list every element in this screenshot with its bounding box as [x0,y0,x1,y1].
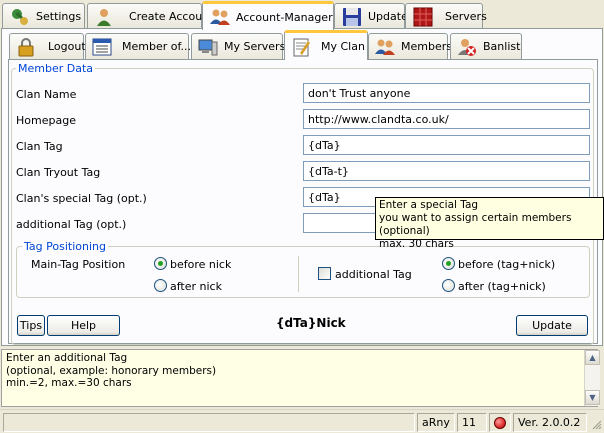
status-light-cell [489,413,511,432]
resize-grip-icon[interactable] [590,418,602,430]
tab-update[interactable]: Update [334,3,408,29]
vertical-divider [298,256,299,292]
member-data-title: Member Data [16,62,96,75]
padlock-icon [18,37,34,56]
main-tab-strip: Settings Create Account Account-Manager … [0,0,604,30]
users-icon [375,39,395,55]
floppy-disk-icon [343,7,361,26]
tab-account-manager-label: Account-Manager [236,10,333,24]
status-cell-empty [3,413,415,432]
computer-icon [198,39,218,55]
clan-tag-input[interactable] [303,135,590,155]
info-line-2: (optional, example: honorary members) [6,364,217,377]
tab-members-label: Members [401,40,452,53]
before-tag-nick-label[interactable]: before (tag+nick) [458,258,555,271]
status-user: aRny [417,413,455,432]
after-tag-nick-radio[interactable] [442,279,455,292]
update-button[interactable]: Update [516,315,588,336]
tips-button[interactable]: Tips [17,315,45,336]
special-tag-tooltip: Enter a special Tag you want to assign c… [375,197,604,250]
tab-logout-label: Logout [48,40,86,53]
tooltip-line-2: you want to assign certain members (opti… [379,212,572,237]
tooltip-line-1: Enter a special Tag [379,199,479,211]
wrench-icon [12,8,28,25]
tab-logout[interactable]: Logout [9,33,86,59]
tab-my-clan[interactable]: My Clan [284,30,368,60]
after-tag-nick-label[interactable]: after (tag+nick) [458,280,546,293]
additional-tag-checkbox[interactable] [318,267,331,280]
help-button[interactable]: Help [47,315,120,336]
tab-update-label: Update [368,10,408,23]
user-banned-icon [458,38,476,56]
tab-member-of-label: Member of... [122,40,192,53]
info-line-3: min.=2, max.=30 chars [6,377,132,389]
clan-tryout-tag-input[interactable] [303,161,590,181]
tag-preview: {dTa}Nick [276,316,346,330]
clan-name-input[interactable] [303,83,590,103]
tooltip-line-3: max. 30 chars [379,238,454,250]
list-window-icon [92,38,112,55]
additional-tag-checkbox-label[interactable]: additional Tag [335,268,412,281]
info-scrollbar[interactable]: ▲ ▼ [584,350,600,406]
tab-settings[interactable]: Settings [2,3,85,29]
tab-settings-label: Settings [36,10,82,23]
info-text-box: Enter an additional Tag (optional, examp… [1,349,598,407]
clan-name-label: Clan Name [16,88,77,101]
after-nick-radio[interactable] [154,279,167,292]
scroll-down-arrow-icon[interactable]: ▼ [585,390,600,405]
additional-tag-label: additional Tag (opt.) [16,218,127,231]
tab-members[interactable]: Members [368,33,452,59]
tag-positioning-title: Tag Positioning [22,240,108,253]
user-add-icon [97,8,111,26]
server-grid-icon [413,7,433,26]
main-tag-position-label: Main-Tag Position [31,258,126,271]
status-count: 11 [457,413,487,432]
tab-banlist[interactable]: Banlist [450,33,522,59]
notepad-icon [293,38,310,56]
tab-servers[interactable]: Servers [405,3,487,29]
before-nick-label[interactable]: before nick [170,258,231,271]
tab-create-account[interactable]: Create Account [87,3,213,29]
status-light-icon [494,416,506,429]
homepage-input[interactable] [303,109,590,129]
before-nick-radio[interactable] [154,257,167,270]
users-icon [210,9,230,25]
tab-my-servers-label: My Servers [224,40,286,53]
after-nick-label[interactable]: after nick [170,280,222,293]
before-tag-nick-radio[interactable] [442,257,455,270]
status-version: Ver. 2.0.0.2 [513,413,587,432]
tab-create-account-label: Create Account [129,10,214,23]
tab-member-of[interactable]: Member of... [85,33,192,59]
scroll-up-arrow-icon[interactable]: ▲ [585,350,600,365]
info-line-1: Enter an additional Tag [6,352,128,364]
clan-tag-label: Clan Tag [16,140,63,153]
clan-tryout-tag-label: Clan Tryout Tag [16,166,101,179]
tab-my-servers[interactable]: My Servers [191,33,286,59]
clan-special-tag-label: Clan's special Tag (opt.) [16,192,147,205]
tab-banlist-label: Banlist [483,40,521,53]
status-bar: aRny 11 Ver. 2.0.0.2 [0,409,604,433]
tab-servers-label: Servers [445,10,487,23]
tab-account-manager[interactable]: Account-Manager [202,1,334,30]
homepage-label: Homepage [16,114,76,127]
tab-my-clan-label: My Clan [321,40,365,53]
